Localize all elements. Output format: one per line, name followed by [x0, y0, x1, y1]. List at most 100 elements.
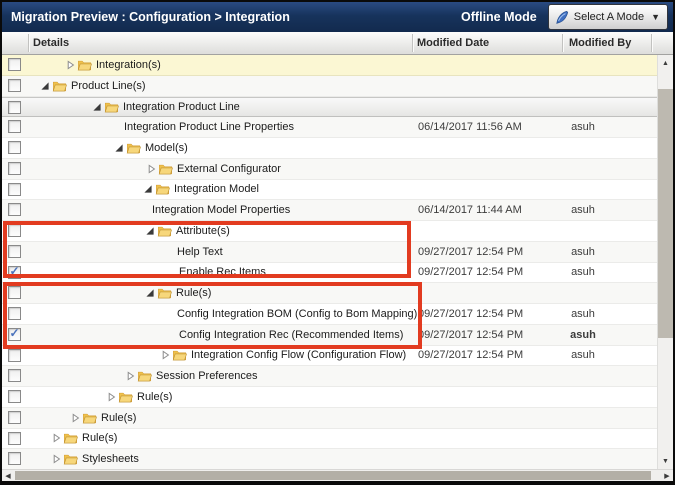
- scroll-left-button[interactable]: ◀: [2, 470, 14, 481]
- row-checkbox[interactable]: [8, 390, 21, 403]
- scroll-down-button[interactable]: ▼: [658, 453, 673, 469]
- scroll-right-button[interactable]: ▶: [661, 470, 673, 481]
- row-checkbox[interactable]: [8, 307, 21, 320]
- collapse-arrow-icon[interactable]: [106, 392, 116, 402]
- tree-node-label[interactable]: Help Text: [177, 246, 223, 258]
- tree-row[interactable]: ✓ Config Integration Rec (Recommended Ite…: [2, 325, 657, 346]
- tree-row[interactable]: Rule(s): [2, 408, 657, 429]
- row-checkbox[interactable]: [8, 183, 21, 196]
- row-checkbox[interactable]: [8, 101, 21, 114]
- tree-node-label[interactable]: Config Integration Rec (Recommended Item…: [179, 329, 403, 341]
- tree-node-label[interactable]: Integration Product Line Properties: [124, 121, 294, 133]
- tree-node-label[interactable]: Integration Model Properties: [152, 204, 290, 216]
- row-checkbox[interactable]: ✓: [8, 266, 21, 279]
- column-header-modified-by[interactable]: Modified By: [569, 32, 631, 54]
- row-checkbox[interactable]: [8, 286, 21, 299]
- select-a-mode-button[interactable]: Select A Mode ▼: [548, 4, 668, 30]
- collapse-arrow-icon[interactable]: [51, 433, 61, 443]
- collapse-arrow-icon[interactable]: [125, 371, 135, 381]
- tree-node-label[interactable]: Model(s): [145, 142, 188, 154]
- row-checkbox[interactable]: [8, 432, 21, 445]
- folder-icon: [63, 432, 78, 444]
- horizontal-scrollbar-thumb[interactable]: [15, 471, 651, 480]
- tree-row[interactable]: Stylesheets: [2, 449, 657, 469]
- tree-row[interactable]: Rule(s): [2, 429, 657, 450]
- tree-row[interactable]: Rule(s): [2, 283, 657, 304]
- vertical-scrollbar-thumb[interactable]: [658, 89, 673, 338]
- tree-row[interactable]: Attribute(s): [2, 221, 657, 242]
- folder-icon: [158, 163, 173, 175]
- tree-node-label[interactable]: Session Preferences: [156, 370, 258, 382]
- tree-row[interactable]: Integration Product Line: [2, 97, 657, 118]
- collapse-arrow-icon[interactable]: [51, 454, 61, 464]
- tree-node-label[interactable]: Enable Rec Items: [179, 266, 266, 278]
- expand-arrow-icon[interactable]: [145, 288, 155, 298]
- row-checkbox[interactable]: [8, 245, 21, 258]
- expand-arrow-icon[interactable]: [145, 226, 155, 236]
- tree-row[interactable]: Help Text09/27/2017 12:54 PMasuh: [2, 242, 657, 263]
- expand-arrow-icon[interactable]: [92, 102, 102, 112]
- row-checkbox[interactable]: [8, 120, 21, 133]
- tree-row[interactable]: Config Integration BOM (Config to Bom Ma…: [2, 304, 657, 325]
- expand-arrow-icon[interactable]: [40, 81, 50, 91]
- row-checkbox[interactable]: [8, 141, 21, 154]
- tree-node-label[interactable]: Product Line(s): [71, 80, 146, 92]
- tree-node-label[interactable]: Rule(s): [137, 391, 172, 403]
- modified-by-value: asuh: [553, 346, 613, 366]
- tree-node-label[interactable]: External Configurator: [177, 163, 281, 175]
- row-checkbox[interactable]: [8, 79, 21, 92]
- tree-node-label[interactable]: Attribute(s): [176, 225, 230, 237]
- horizontal-scrollbar[interactable]: ◀ ▶: [2, 469, 673, 481]
- tree-node-label[interactable]: Rule(s): [101, 412, 136, 424]
- collapse-arrow-icon[interactable]: [70, 413, 80, 423]
- tree-row[interactable]: ✓Enable Rec Items09/27/2017 12:54 PMasuh: [2, 263, 657, 284]
- row-checkbox[interactable]: [8, 58, 21, 71]
- tree-row[interactable]: Session Preferences: [2, 366, 657, 387]
- vertical-scrollbar[interactable]: ▲ ▼: [657, 55, 673, 469]
- tree-node-label[interactable]: Rule(s): [176, 287, 211, 299]
- tree-node-label[interactable]: Integration Model: [174, 183, 259, 195]
- tree-row[interactable]: Integration Model: [2, 180, 657, 201]
- row-checkbox[interactable]: [8, 224, 21, 237]
- row-checkbox[interactable]: ✓: [8, 328, 21, 341]
- row-checkbox[interactable]: [8, 452, 21, 465]
- expand-arrow-icon[interactable]: [143, 184, 153, 194]
- tree-row[interactable]: Integration Model Properties06/14/2017 1…: [2, 200, 657, 221]
- row-checkbox[interactable]: [8, 349, 21, 362]
- collapse-arrow-icon[interactable]: [146, 164, 156, 174]
- row-checkbox[interactable]: [8, 162, 21, 175]
- column-header-modified-date[interactable]: Modified Date: [417, 32, 489, 54]
- collapse-arrow-icon[interactable]: [65, 60, 75, 70]
- row-checkbox[interactable]: [8, 369, 21, 382]
- tree-row[interactable]: Integration Config Flow (Configuration F…: [2, 346, 657, 367]
- column-separator: [651, 34, 652, 52]
- migration-preview-window: Migration Preview : Configuration > Inte…: [0, 0, 675, 485]
- tree-row[interactable]: Product Line(s): [2, 76, 657, 97]
- tree-node-label[interactable]: Stylesheets: [82, 453, 139, 465]
- row-checkbox[interactable]: [8, 411, 21, 424]
- dropdown-caret-icon: ▼: [651, 13, 660, 22]
- modified-date-value: 09/27/2017 12:54 PM: [418, 346, 523, 366]
- tree-node-label[interactable]: Config Integration BOM (Config to Bom Ma…: [177, 308, 417, 320]
- expand-arrow-icon[interactable]: [114, 143, 124, 153]
- tree-node-label[interactable]: Rule(s): [82, 432, 117, 444]
- tree-row[interactable]: Model(s): [2, 138, 657, 159]
- tree-row[interactable]: Integration(s): [2, 55, 657, 76]
- tree-node-label[interactable]: Integration(s): [96, 59, 161, 71]
- offline-mode-label: Offline Mode: [461, 10, 537, 24]
- tree-rows: Integration(s) Product Line(s) Integration…: [2, 55, 657, 469]
- folder-icon: [155, 183, 170, 195]
- folder-icon: [157, 225, 172, 237]
- modified-by-value: asuh: [553, 117, 613, 137]
- tree-row[interactable]: Rule(s): [2, 387, 657, 408]
- tree-row[interactable]: Integration Product Line Properties06/14…: [2, 117, 657, 138]
- collapse-arrow-icon[interactable]: [160, 350, 170, 360]
- tree-row[interactable]: External Configurator: [2, 159, 657, 180]
- scroll-up-button[interactable]: ▲: [658, 55, 673, 71]
- tree-node-label[interactable]: Integration Product Line: [123, 101, 240, 113]
- row-checkbox[interactable]: [8, 203, 21, 216]
- tree-node-label[interactable]: Integration Config Flow (Configuration F…: [191, 349, 406, 361]
- modified-by-value: asuh: [553, 325, 613, 345]
- column-header-details[interactable]: Details: [33, 32, 69, 54]
- modified-date-value: 09/27/2017 12:54 PM: [418, 263, 523, 283]
